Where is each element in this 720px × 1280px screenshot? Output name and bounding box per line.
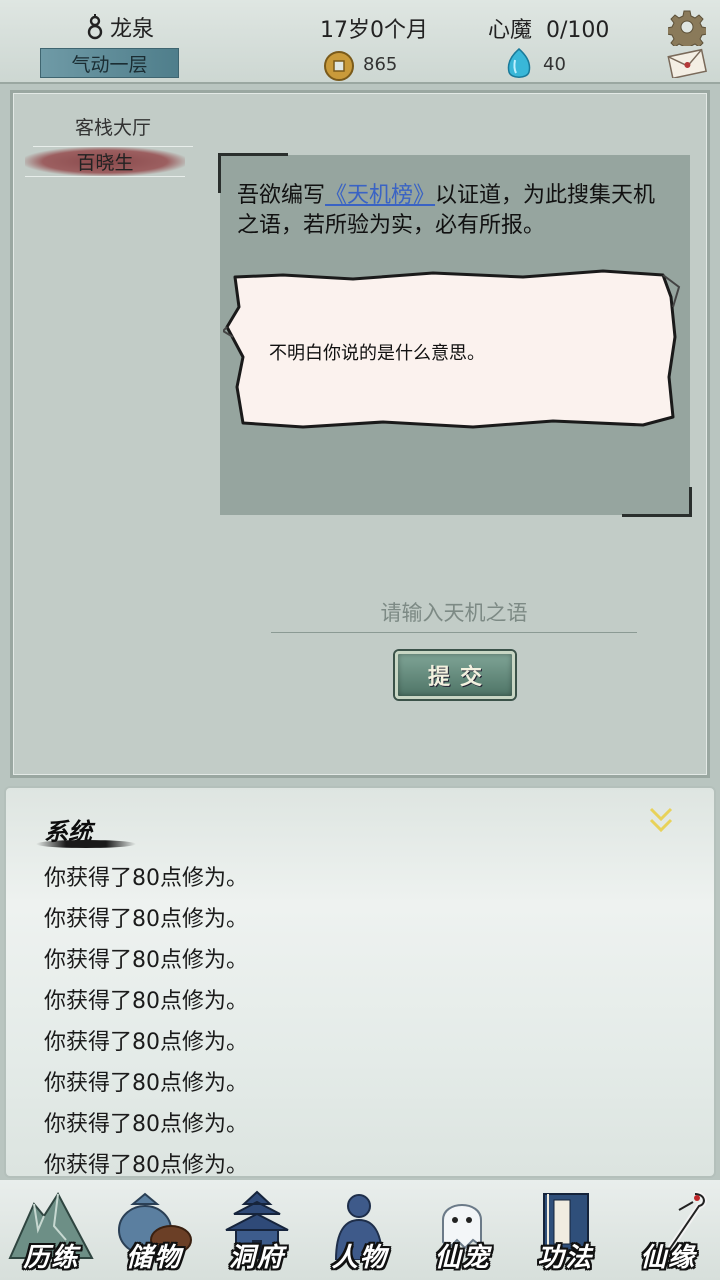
tianji-answer-input[interactable] <box>271 593 637 633</box>
reply-text: 不明白你说的是什么意思。 <box>269 343 485 364</box>
location-title: 客栈大厅 <box>33 113 193 147</box>
age-text: 17岁0个月 <box>320 18 428 43</box>
system-log-panel: 系统 你获得了80点修为。 你获得了80点修为。 你获得了80点修为。 你获得了… <box>4 786 716 1178</box>
spirit-stone-count: 40 <box>543 54 566 75</box>
nav-techniques[interactable]: 功法 <box>514 1180 617 1280</box>
mail-icon[interactable] <box>666 48 708 80</box>
coin-icon <box>323 50 355 82</box>
reply-note: 不明白你说的是什么意思。 <box>223 267 683 432</box>
npc-button[interactable]: 百晓生 <box>25 147 185 177</box>
status-bar: 龙泉 气动一层 17岁0个月 心魔 0/100 865 40 <box>0 0 720 84</box>
scene-panel: 客栈大厅 百晓生 吾欲编写《天机榜》以证道，为此搜集天机之语，若所验为实，必有所… <box>10 90 710 778</box>
nav-fortune[interactable]: 仙缘 <box>617 1180 720 1280</box>
frame-corner <box>622 487 692 517</box>
log-entry: 你获得了80点修为。 <box>44 989 248 1014</box>
spirit-stone-icon <box>505 48 533 82</box>
log-entry: 你获得了80点修为。 <box>44 948 248 973</box>
nav-label: 洞府 <box>228 1243 285 1273</box>
gourd-icon <box>86 14 104 40</box>
heart-demon-text: 心魔 0/100 <box>488 18 610 43</box>
npc-dialog: 吾欲编写《天机榜》以证道，为此搜集天机之语，若所验为实，必有所报。 不明白你说的… <box>218 153 692 517</box>
log-list: 你获得了80点修为。 你获得了80点修为。 你获得了80点修为。 你获得了80点… <box>44 858 664 1178</box>
nav-label: 人物 <box>331 1243 388 1273</box>
log-entry: 你获得了80点修为。 <box>44 1071 248 1096</box>
nav-character[interactable]: 人物 <box>308 1180 411 1280</box>
tianji-list-link[interactable]: 《天机榜》 <box>325 183 435 208</box>
nav-label: 仙缘 <box>640 1243 697 1273</box>
nav-storage[interactable]: 储物 <box>103 1180 206 1280</box>
realm-bar: 气动一层 <box>40 48 179 78</box>
nav-training[interactable]: 历练 <box>0 1180 103 1280</box>
dialog-text: 吾欲编写《天机榜》以证道，为此搜集天机之语，若所验为实，必有所报。 <box>237 181 677 241</box>
log-entry: 你获得了80点修为。 <box>44 1030 248 1055</box>
nav-cave-dwelling[interactable]: 洞府 <box>206 1180 309 1280</box>
log-entry: 你获得了80点修为。 <box>44 866 248 891</box>
submit-button[interactable]: 提交 <box>395 651 515 699</box>
coin-count: 865 <box>363 54 398 75</box>
log-entry: 你获得了80点修为。 <box>44 1112 248 1137</box>
nav-label: 历练 <box>23 1243 80 1273</box>
character-name-text: 龙泉 <box>109 17 154 42</box>
bottom-nav: 历练 储物 洞府 人物 仙宠 功法 仙缘 <box>0 1180 720 1280</box>
nav-spirit-pet[interactable]: 仙宠 <box>411 1180 514 1280</box>
nav-label: 仙宠 <box>434 1243 491 1273</box>
character-name[interactable]: 龙泉 <box>40 10 200 44</box>
log-entry: 你获得了80点修为。 <box>44 907 248 932</box>
dialog-text-part: 吾欲编写 <box>237 183 326 208</box>
nav-label: 储物 <box>126 1243 183 1273</box>
log-title: 系统 <box>36 812 144 848</box>
chevron-down-icon[interactable] <box>646 804 676 836</box>
gear-icon[interactable] <box>666 8 708 52</box>
nav-label: 功法 <box>537 1243 594 1273</box>
log-entry: 你获得了80点修为。 <box>44 1153 248 1178</box>
